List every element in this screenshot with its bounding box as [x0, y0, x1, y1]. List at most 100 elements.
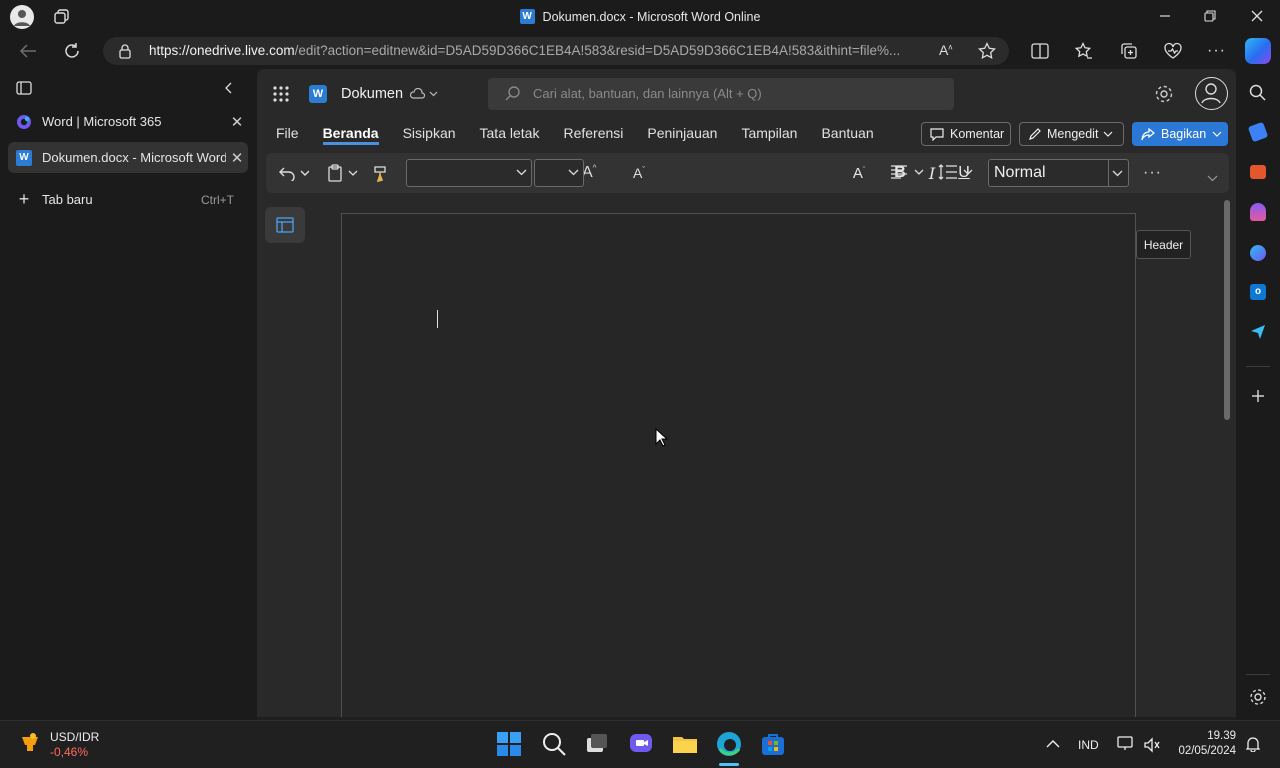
m365-icon: [16, 114, 32, 130]
collections-icon[interactable]: [1120, 42, 1138, 60]
browser-essentials-icon[interactable]: [1163, 42, 1183, 60]
m365-sidebar-icon[interactable]: [1250, 245, 1266, 261]
style-dropdown[interactable]: Normal: [988, 159, 1129, 187]
tab-tata-letak[interactable]: Tata letak: [480, 125, 540, 145]
sidebar-divider: [1246, 366, 1270, 367]
tab-dokumen-docx[interactable]: W Dokumen.docx - Microsoft Word ✕: [8, 142, 248, 173]
account-avatar-icon[interactable]: [1195, 77, 1228, 110]
document-page[interactable]: [341, 213, 1136, 717]
volume-muted-icon[interactable]: [1144, 737, 1160, 753]
spacer12: [624, 165, 625, 166]
search-sidebar-icon[interactable]: [1249, 84, 1267, 102]
add-sidebar-icon[interactable]: [1251, 389, 1265, 403]
search-placeholder: Cari alat, bantuan, dan lainnya (Alt + Q…: [533, 86, 762, 101]
minimize-icon[interactable]: [1158, 9, 1172, 23]
refresh-icon[interactable]: [63, 42, 81, 60]
clock-time[interactable]: 19.39: [1198, 730, 1236, 742]
task-view-icon[interactable]: [584, 731, 610, 757]
chevron-down-icon: [568, 169, 579, 176]
outlook-icon[interactable]: o: [1250, 284, 1266, 300]
document-name[interactable]: Dokumen: [341, 86, 403, 102]
favorites-icon[interactable]: [1075, 42, 1093, 60]
undo-icon[interactable]: [274, 153, 314, 193]
align-left-icon[interactable]: [890, 163, 924, 181]
font-name-dropdown[interactable]: [406, 159, 532, 187]
tab-tampilan[interactable]: Tampilan: [741, 125, 797, 145]
teams-chat-icon[interactable]: [628, 731, 654, 757]
editing-mode-button[interactable]: Mengedit: [1019, 122, 1124, 146]
edge-browser-icon[interactable]: [716, 731, 742, 757]
new-tab-shortcut: Ctrl+T: [201, 192, 234, 207]
language-indicator[interactable]: IND: [1078, 738, 1099, 752]
highlight-color-icon[interactable]: [758, 153, 860, 193]
pencil-icon: [1028, 127, 1041, 141]
paste-icon[interactable]: [324, 153, 362, 193]
more-options-icon[interactable]: ···: [1143, 164, 1162, 182]
back-icon[interactable]: [19, 43, 37, 59]
clock-date[interactable]: 02/05/2024: [1170, 745, 1236, 757]
more-menu-icon[interactable]: ···: [1207, 42, 1226, 60]
share-button[interactable]: Bagikan: [1132, 122, 1228, 146]
close-tab-icon[interactable]: ✕: [226, 113, 248, 131]
restore-icon[interactable]: [1203, 9, 1217, 23]
tab-sisipkan[interactable]: Sisipkan: [403, 125, 456, 145]
tab-beranda[interactable]: Beranda: [322, 125, 379, 145]
notification-bell-icon[interactable]: [1246, 736, 1260, 752]
font-size-dropdown[interactable]: [534, 159, 584, 187]
tab-actions-icon[interactable]: [16, 81, 32, 95]
network-icon[interactable]: [1117, 736, 1135, 752]
lock-icon[interactable]: [118, 43, 132, 59]
microsoft-store-icon[interactable]: [760, 731, 786, 757]
cloud-icon[interactable]: [410, 88, 438, 100]
line-spacing-icon[interactable]: [938, 163, 974, 181]
close-tab-icon[interactable]: ✕: [226, 149, 248, 167]
expand-ribbon-icon[interactable]: [1207, 175, 1218, 182]
tab-referensi[interactable]: Referensi: [563, 125, 623, 145]
windows-start-icon[interactable]: [496, 731, 522, 757]
url-domain: https://onedrive.live.com: [149, 43, 295, 58]
new-tab-label: Tab baru: [42, 192, 93, 207]
navigation-pane-button[interactable]: [265, 207, 305, 243]
send-icon[interactable]: [1250, 324, 1266, 340]
chevron-down-icon: [1212, 131, 1222, 137]
tab-word-m365[interactable]: Word | Microsoft 365 ✕: [8, 106, 248, 137]
file-explorer-icon[interactable]: [672, 731, 698, 757]
close-window-icon[interactable]: [1250, 9, 1264, 23]
favorite-star-icon[interactable]: [978, 42, 996, 60]
profile-avatar[interactable]: [10, 5, 34, 29]
weather-widget-icon[interactable]: [18, 731, 42, 755]
search-icon: [505, 85, 521, 101]
workspaces-icon[interactable]: [53, 8, 71, 26]
comment-label: Komentar: [950, 127, 1005, 141]
format-painter-icon[interactable]: [368, 153, 394, 193]
ticker-change: -0,46%: [50, 745, 89, 759]
tools-icon[interactable]: [1250, 165, 1266, 179]
search-taskbar-icon[interactable]: [541, 731, 567, 757]
window-titlebar: [0, 0, 1280, 33]
settings-gear-icon[interactable]: [1154, 84, 1174, 104]
copilot-icon[interactable]: [1245, 38, 1271, 64]
read-aloud-icon[interactable]: Aʌ: [939, 42, 952, 58]
header-tooltip: Header: [1136, 230, 1191, 259]
comment-icon: [930, 127, 944, 141]
mouse-pointer-icon: [655, 428, 669, 448]
new-tab-button[interactable]: + Tab baru Ctrl+T: [8, 184, 248, 215]
tray-overflow-icon[interactable]: [1046, 740, 1060, 748]
sidebar-settings-icon[interactable]: [1249, 688, 1267, 706]
tab-file[interactable]: File: [276, 125, 299, 145]
tab-peninjauan[interactable]: Peninjauan: [647, 125, 717, 145]
collapse-sidebar-icon[interactable]: [223, 82, 235, 94]
shrink-font-icon[interactable]: Aˇ: [633, 165, 645, 183]
style-value: Normal: [994, 164, 1046, 181]
increase-font-icon[interactable]: A^: [582, 164, 596, 182]
games-icon[interactable]: [1250, 203, 1266, 221]
comment-button[interactable]: Komentar: [921, 122, 1011, 146]
text-cursor: [437, 310, 438, 328]
app-launcher-icon[interactable]: [272, 85, 290, 103]
navigation-pane-icon: [276, 217, 294, 233]
split-screen-icon[interactable]: [1031, 43, 1049, 59]
url-text[interactable]: https://onedrive.live.com/edit?action=ed…: [149, 42, 929, 60]
ticker-name[interactable]: USD/IDR: [50, 730, 99, 744]
tab-bantuan[interactable]: Bantuan: [821, 125, 873, 145]
vertical-scrollbar[interactable]: [1224, 200, 1230, 420]
